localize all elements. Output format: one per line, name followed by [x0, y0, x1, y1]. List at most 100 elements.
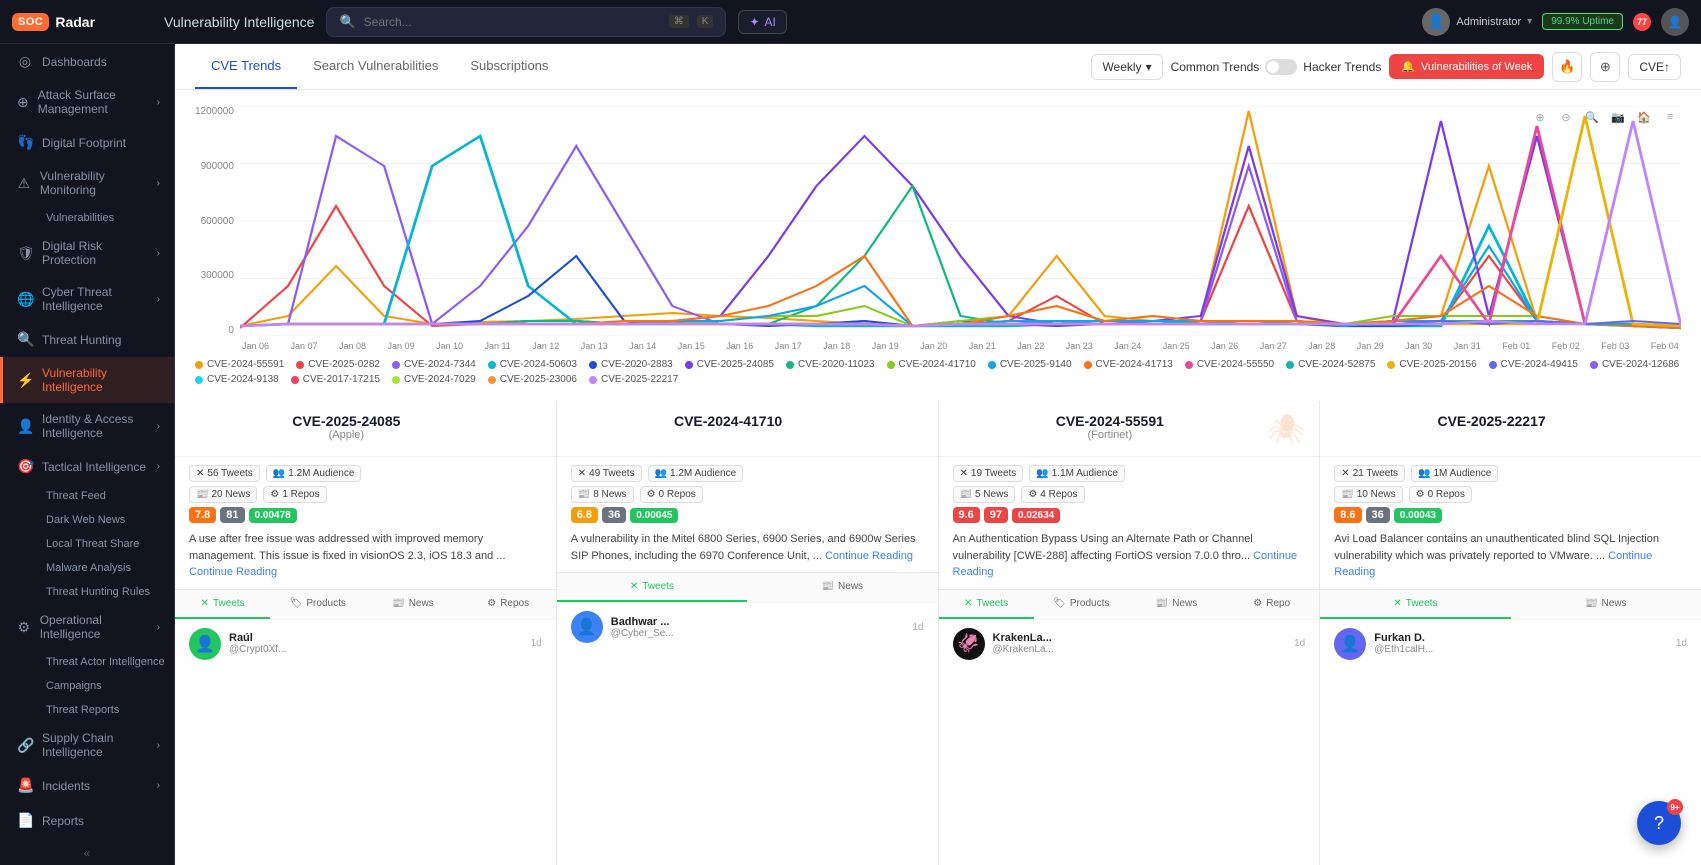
card-tab-tweets-1[interactable]: ✕ Tweets	[175, 590, 270, 619]
sidebar-item-malware-analysis[interactable]: Malware Analysis	[38, 556, 174, 580]
help-button[interactable]: ? 9+	[1637, 801, 1681, 845]
legend-cve-2024-9138[interactable]: CVE-2024-9138	[195, 374, 279, 385]
news-icon-3: 📰	[960, 489, 972, 500]
zoom-fit-icon[interactable]: 🔍	[1581, 106, 1603, 128]
card-tab-tweets-2[interactable]: ✕ Tweets	[557, 573, 747, 602]
score-epss-2: 36	[602, 507, 626, 523]
card-cve-id-3: CVE-2024-55591	[953, 413, 1268, 429]
sidebar-item-vuln-intelligence[interactable]: ⚡ Vulnerability Intelligence	[0, 357, 174, 403]
sidebar-label-campaigns: Campaigns	[46, 680, 102, 692]
sidebar-item-digital-risk[interactable]: 🛡 Digital Risk Protection ›	[0, 230, 174, 276]
legend-cve-2025-0282[interactable]: CVE-2025-0282	[296, 359, 380, 370]
sidebar-item-local-threat[interactable]: Local Threat Share	[38, 532, 174, 556]
tab-cve-trends[interactable]: CVE Trends	[195, 44, 297, 89]
sidebar-item-cyber-threat[interactable]: 🌐 Cyber Threat Intelligence ›	[0, 276, 174, 322]
audience-icon-2: 👥	[655, 468, 667, 479]
tab-subscriptions[interactable]: Subscriptions	[454, 44, 564, 89]
sidebar-item-dark-web[interactable]: Dark Web News	[38, 508, 174, 532]
legend-cve-2024-41713[interactable]: CVE-2024-41713	[1084, 359, 1173, 370]
tweets-badge-4: ✕ 21 Tweets	[1334, 465, 1405, 482]
search-input[interactable]	[364, 15, 661, 29]
card-tab-news-4[interactable]: 📰 News	[1511, 590, 1701, 619]
tab-search-vulnerabilities[interactable]: Search Vulnerabilities	[297, 44, 454, 89]
x-label-jan28: Jan 28	[1308, 341, 1335, 351]
weekly-chevron-icon: ▾	[1146, 60, 1152, 74]
topbar: SOC Radar Vulnerability Intelligence 🔍 ⌘…	[0, 0, 1701, 44]
sidebar-item-threat-actor[interactable]: Threat Actor Intelligence	[38, 650, 174, 674]
card-tab-tweets-3[interactable]: ✕ Tweets	[939, 590, 1034, 619]
legend-cve-2024-7029[interactable]: CVE-2024-7029	[392, 374, 476, 385]
card-tab-products-3[interactable]: 🏷 Products	[1034, 590, 1129, 619]
card-tab-repos-3[interactable]: ⚙ Repo	[1224, 590, 1319, 619]
legend-cve-2024-52875[interactable]: CVE-2024-52875	[1286, 359, 1375, 370]
card-stats-row-2: 📰 20 News ⚙ 1 Repos	[189, 486, 542, 503]
sidebar-item-supply-chain[interactable]: 🔗 Supply Chain Intelligence ›	[0, 722, 174, 768]
legend-cve-2024-50603[interactable]: CVE-2024-50603	[488, 359, 577, 370]
legend-cve-2020-2883[interactable]: CVE-2020-2883	[589, 359, 673, 370]
card-tab-news-2[interactable]: 📰 News	[747, 573, 937, 602]
operational-intel-icon: ⚙	[17, 619, 31, 636]
legend-cve-2025-9140[interactable]: CVE-2025-9140	[988, 359, 1072, 370]
news-badge-3: 📰 5 News	[953, 486, 1016, 503]
score-badges-2: 6.8 36 0.00045	[571, 507, 924, 523]
sidebar-item-vulnerabilities[interactable]: Vulnerabilities	[38, 206, 174, 230]
card-vendor-1: (Apple)	[189, 429, 504, 441]
collapse-button[interactable]: «	[0, 838, 174, 865]
sidebar-item-digital-footprint[interactable]: 👣 Digital Footprint	[0, 125, 174, 160]
sidebar: ◎ Dashboards ⊕ Attack Surface Management…	[0, 44, 175, 865]
cve-card-2025-22217: CVE-2025-22217 🕷 ✕ 21 Tweets 👥	[1320, 401, 1701, 865]
legend-cve-2024-49415[interactable]: CVE-2024-49415	[1489, 359, 1578, 370]
zoom-in-icon[interactable]: ⊕	[1529, 106, 1551, 128]
sidebar-item-threat-hunting-rules[interactable]: Threat Hunting Rules	[38, 580, 174, 604]
cve-button[interactable]: CVE↑	[1628, 54, 1681, 80]
sidebar-item-dashboards[interactable]: ◎ Dashboards	[0, 44, 174, 79]
card-tab-tweets-4[interactable]: ✕ Tweets	[1320, 590, 1510, 619]
legend-cve-2020-11023[interactable]: CVE-2020-11023	[786, 359, 875, 370]
weekly-select[interactable]: Weekly ▾	[1091, 54, 1162, 80]
card-tab-repos-1[interactable]: ⚙ Repos	[461, 590, 556, 619]
legend-cve-2024-7344[interactable]: CVE-2024-7344	[392, 359, 476, 370]
sidebar-item-attack-surface[interactable]: ⊕ Attack Surface Management ›	[0, 79, 174, 125]
sidebar-item-incidents[interactable]: 🚨 Incidents ›	[0, 768, 174, 803]
legend-cve-2025-22217[interactable]: CVE-2025-22217	[589, 374, 678, 385]
menu-icon[interactable]: ≡	[1659, 106, 1681, 128]
legend-cve-2024-55550[interactable]: CVE-2024-55550	[1185, 359, 1274, 370]
y-label-900000: 900000	[201, 161, 234, 172]
ai-button[interactable]: ✦ AI	[738, 10, 786, 34]
sidebar-item-threat-hunting[interactable]: 🔍 Threat Hunting	[0, 322, 174, 357]
sidebar-item-campaigns[interactable]: Campaigns	[38, 674, 174, 698]
fire-icon-button[interactable]: 🔥	[1552, 52, 1582, 82]
card-tab-news-1[interactable]: 📰 News	[365, 590, 460, 619]
legend-cve-2024-55591[interactable]: CVE-2024-55591	[195, 359, 284, 370]
chevron-icon-6: ›	[157, 461, 160, 472]
zoom-out-icon[interactable]: ⊖	[1555, 106, 1577, 128]
user-icon[interactable]: 👤	[1661, 8, 1689, 36]
sidebar-item-operational-intel[interactable]: ⚙ Operational Intelligence ›	[0, 604, 174, 650]
sidebar-item-reports[interactable]: 📄 Reports	[0, 803, 174, 838]
home-icon[interactable]: 🏠	[1633, 106, 1655, 128]
sidebar-item-tactical-intel[interactable]: 🎯 Tactical Intelligence ›	[0, 449, 174, 484]
search-kbd-cmd: ⌘	[669, 15, 689, 28]
news-tab-icon-3: 📰	[1156, 598, 1168, 609]
card-tab-news-3[interactable]: 📰 News	[1129, 590, 1224, 619]
score-cvss-1: 7.8	[189, 507, 216, 523]
hacker-trends-toggle-switch[interactable]	[1265, 59, 1297, 75]
sidebar-item-threat-feed[interactable]: Threat Feed	[38, 484, 174, 508]
vulnerabilities-of-week-button[interactable]: 🔔 Vulnerabilities of Week	[1389, 54, 1544, 79]
legend-cve-2024-12686[interactable]: CVE-2024-12686	[1590, 359, 1679, 370]
legend-cve-2025-23006[interactable]: CVE-2025-23006	[488, 374, 577, 385]
sidebar-item-threat-reports[interactable]: Threat Reports	[38, 698, 174, 722]
common-trends-label: Common Trends	[1171, 60, 1260, 74]
legend-cve-2025-24085[interactable]: CVE-2025-24085	[685, 359, 774, 370]
sidebar-item-identity-access[interactable]: 👤 Identity & Access Intelligence ›	[0, 403, 174, 449]
legend-cve-2025-20156[interactable]: CVE-2025-20156	[1387, 359, 1476, 370]
continue-reading-2[interactable]: Continue Reading	[825, 550, 913, 562]
notification-badge[interactable]: 77	[1633, 13, 1651, 31]
legend-cve-2024-41710[interactable]: CVE-2024-41710	[887, 359, 976, 370]
continue-reading-1[interactable]: Continue Reading	[189, 566, 277, 578]
plus-icon-button[interactable]: ⊕	[1590, 52, 1620, 82]
legend-cve-2017-17215[interactable]: CVE-2017-17215	[291, 374, 380, 385]
sidebar-item-vuln-monitoring[interactable]: ⚠ Vulnerability Monitoring ›	[0, 160, 174, 206]
card-tab-products-1[interactable]: 🏷 Products	[270, 590, 365, 619]
camera-icon[interactable]: 📷	[1607, 106, 1629, 128]
